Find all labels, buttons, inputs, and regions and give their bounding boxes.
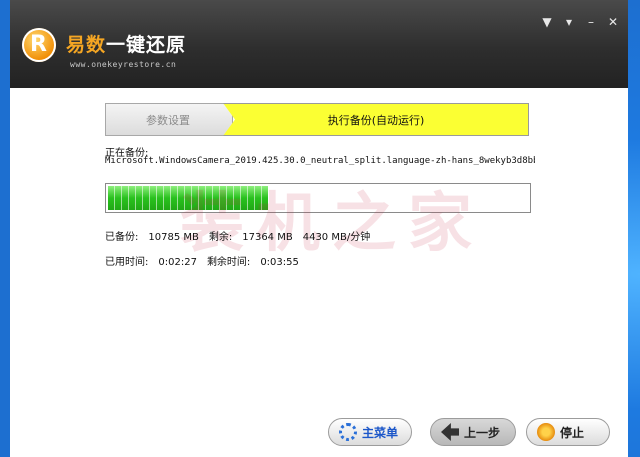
menu-dropdown-icon[interactable]: ▾	[560, 14, 578, 30]
window-controls: ▼ ▾ – ✕	[538, 14, 622, 30]
app-title-text: 一键还原	[106, 34, 187, 56]
size-stats: 已备份: 10785 MB 剩余: 17364 MB 4430 MB/分钟	[105, 228, 380, 243]
stop-icon	[537, 423, 555, 441]
app-brand: 易数	[66, 34, 107, 56]
app-url: www.onekeyrestore.cn	[70, 60, 177, 69]
app-logo-icon: R	[22, 28, 56, 62]
app-window: R 易数一键还原 www.onekeyrestore.cn ▼ ▾ – ✕ 参数…	[10, 0, 628, 457]
remaining-label: 剩余:	[208, 232, 233, 243]
elapsed-label: 已用时间:	[105, 257, 149, 268]
time-left-label: 剩余时间:	[206, 257, 251, 268]
step-parameters: 参数设置	[105, 103, 233, 136]
previous-step-button[interactable]: 上一步	[430, 418, 516, 446]
app-title: 易数一键还原	[66, 30, 186, 57]
close-icon[interactable]: ✕	[604, 14, 622, 30]
progress-bar	[105, 183, 531, 213]
main-menu-icon	[339, 423, 357, 441]
time-stats: 已用时间: 0:02:27 剩余时间: 0:03:55	[105, 253, 309, 268]
done-label: 已备份:	[105, 232, 139, 243]
title-bar: R 易数一键还原 www.onekeyrestore.cn ▼ ▾ – ✕	[10, 0, 628, 88]
elapsed-value: 0:02:27	[158, 257, 197, 268]
stop-label: 停止	[560, 425, 585, 440]
done-value: 10785 MB	[148, 232, 199, 243]
step-execute-backup: 执行备份(自动运行)	[223, 103, 529, 136]
main-menu-button[interactable]: 主菜单	[328, 418, 412, 446]
back-arrow-icon	[441, 423, 459, 441]
remaining-value: 17364 MB	[242, 232, 293, 243]
stop-button[interactable]: 停止	[526, 418, 610, 446]
progress-fill	[108, 186, 268, 210]
step-indicator: 参数设置 执行备份(自动运行)	[105, 103, 529, 138]
main-menu-label: 主菜单	[362, 425, 399, 440]
speed-value: 4430 MB/分钟	[302, 232, 371, 243]
minimize-icon[interactable]: –	[582, 14, 600, 30]
skin-icon[interactable]: ▼	[538, 14, 556, 30]
previous-step-label: 上一步	[464, 425, 501, 440]
current-file: Microsoft.WindowsCamera_2019.425.30.0_ne…	[105, 156, 535, 166]
logo-letter: R	[30, 32, 47, 57]
time-left-value: 0:03:55	[260, 257, 299, 268]
